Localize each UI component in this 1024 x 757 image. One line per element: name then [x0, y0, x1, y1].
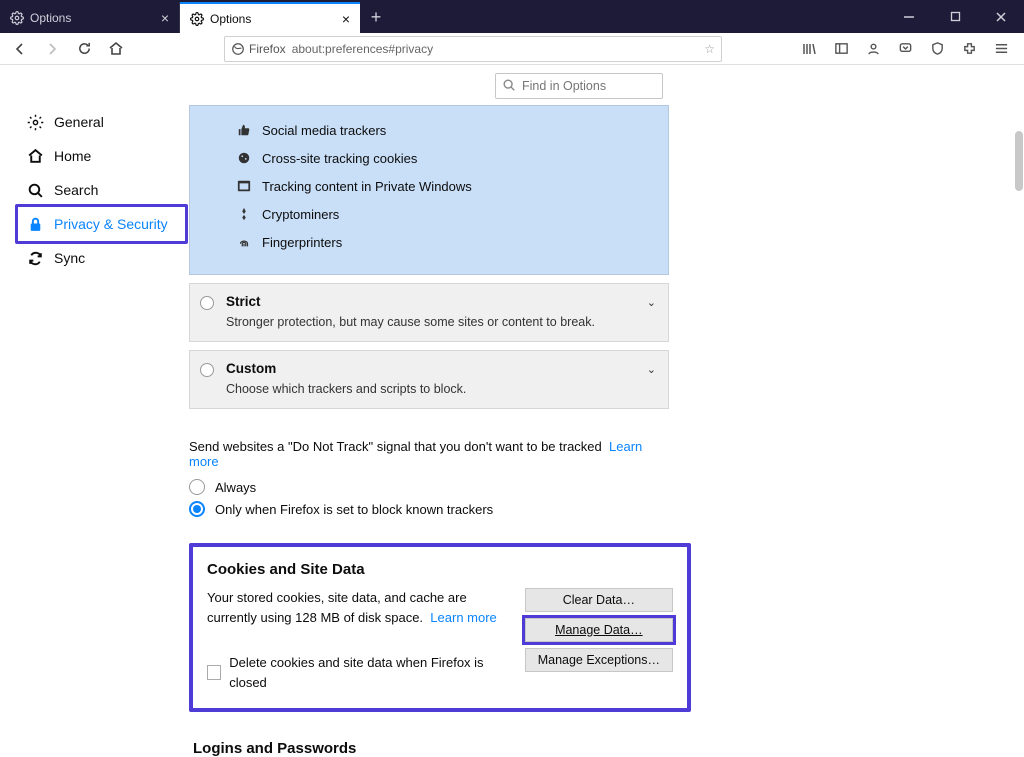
content: General Home Search Privacy & Security S…	[0, 65, 1024, 683]
sidebar-item-search[interactable]: Search	[22, 173, 185, 207]
sidebar-item-label: General	[54, 114, 104, 130]
account-icon[interactable]	[860, 35, 886, 63]
sidebar-item-privacy[interactable]: Privacy & Security	[15, 204, 188, 244]
dnt-radio-onlywhen[interactable]: Only when Firefox is set to block known …	[189, 501, 669, 517]
clear-data-button[interactable]: Clear Data…	[525, 588, 673, 612]
cookies-heading: Cookies and Site Data	[207, 561, 673, 578]
option-desc: Choose which trackers and scripts to blo…	[226, 382, 654, 396]
option-title: Custom	[226, 361, 654, 376]
sidebar-item-sync[interactable]: Sync	[22, 241, 185, 275]
sidebar-item-general[interactable]: General	[22, 105, 185, 139]
forward-button[interactable]	[38, 35, 66, 63]
titlebar: Options × Options × +	[0, 0, 1024, 33]
checkbox-label: Delete cookies and site data when Firefo…	[229, 653, 507, 692]
option-desc: Stronger protection, but may cause some …	[226, 315, 654, 329]
search-icon	[502, 78, 516, 92]
cookies-desc: Your stored cookies, site data, and cach…	[207, 590, 467, 625]
tracker-crypto: Cryptominers	[190, 200, 668, 228]
cookies-learn-more-link[interactable]: Learn more	[430, 610, 496, 625]
close-window-button[interactable]	[978, 0, 1024, 33]
firefox-icon	[231, 42, 245, 56]
bookmark-star-icon[interactable]: ☆	[704, 42, 715, 56]
manage-data-button[interactable]: Manage Data…	[525, 618, 673, 642]
url-text: about:preferences#privacy	[292, 42, 433, 56]
home-icon	[26, 147, 44, 165]
radio-strict[interactable]	[200, 296, 214, 310]
maximize-button[interactable]	[932, 0, 978, 33]
reload-button[interactable]	[70, 35, 98, 63]
radio-label: Only when Firefox is set to block known …	[215, 502, 493, 517]
pocket-icon[interactable]	[892, 35, 918, 63]
menu-icon[interactable]	[988, 35, 1014, 63]
checkbox[interactable]	[207, 665, 221, 680]
scrollbar-thumb[interactable]	[1015, 131, 1023, 191]
gear-icon	[26, 113, 44, 131]
extension-icon[interactable]	[956, 35, 982, 63]
lock-icon	[26, 215, 44, 233]
identity-label: Firefox	[249, 42, 286, 56]
search-icon	[26, 181, 44, 199]
home-button[interactable]	[102, 35, 130, 63]
sidebar-icon[interactable]	[828, 35, 854, 63]
option-title: Strict	[226, 294, 654, 309]
cookies-section: Cookies and Site Data Your stored cookie…	[189, 543, 691, 712]
close-icon[interactable]: ×	[161, 11, 169, 25]
new-tab-button[interactable]: +	[360, 2, 392, 33]
shield-icon[interactable]	[924, 35, 950, 63]
sync-icon	[26, 249, 44, 267]
tab-options-active[interactable]: Options ×	[180, 2, 360, 33]
radio-custom[interactable]	[200, 363, 214, 377]
manage-exceptions-button[interactable]: Manage Exceptions…	[525, 648, 673, 672]
radio-icon[interactable]	[189, 501, 205, 517]
delete-cookies-checkbox-row[interactable]: Delete cookies and site data when Firefo…	[207, 653, 507, 692]
nav-toolbar: Firefox about:preferences#privacy ☆	[0, 33, 1024, 65]
gear-icon	[190, 12, 204, 26]
tracker-private: Tracking content in Private Windows	[190, 172, 668, 200]
library-icon[interactable]	[796, 35, 822, 63]
dnt-section: Send websites a "Do Not Track" signal th…	[189, 439, 669, 517]
sidebar-item-label: Privacy & Security	[54, 216, 168, 232]
protection-standard-panel: Social media trackers Cross-site trackin…	[189, 105, 669, 275]
search-input[interactable]	[495, 73, 663, 99]
tab-label: Options	[30, 11, 71, 25]
close-icon[interactable]: ×	[342, 12, 350, 26]
window-icon	[236, 178, 252, 194]
cookie-icon	[236, 150, 252, 166]
minimize-button[interactable]	[886, 0, 932, 33]
dnt-radio-always[interactable]: Always	[189, 479, 669, 495]
chevron-down-icon[interactable]: ⌄	[647, 296, 656, 309]
gear-icon	[10, 11, 24, 25]
dnt-text: Send websites a "Do Not Track" signal th…	[189, 439, 602, 454]
chevron-down-icon[interactable]: ⌄	[647, 363, 656, 376]
sidebar-item-label: Home	[54, 148, 91, 164]
crypto-icon	[236, 206, 252, 222]
radio-icon[interactable]	[189, 479, 205, 495]
radio-label: Always	[215, 480, 256, 495]
identity-box[interactable]: Firefox	[231, 42, 286, 56]
logins-heading: Logins and Passwords	[193, 740, 669, 757]
tracker-cross: Cross-site tracking cookies	[190, 144, 668, 172]
back-button[interactable]	[6, 35, 34, 63]
sidebar: General Home Search Privacy & Security S…	[0, 65, 185, 683]
tracker-social: Social media trackers	[190, 116, 668, 144]
fingerprint-icon	[236, 234, 252, 250]
toolbar-right	[796, 35, 1018, 63]
sidebar-item-home[interactable]: Home	[22, 139, 185, 173]
sidebar-item-label: Sync	[54, 250, 85, 266]
tab-label: Options	[210, 12, 251, 26]
url-bar[interactable]: Firefox about:preferences#privacy ☆	[224, 36, 722, 62]
search-in-options	[495, 73, 663, 99]
protection-custom-panel[interactable]: Custom Choose which trackers and scripts…	[189, 350, 669, 409]
tracker-finger: Fingerprinters	[190, 228, 668, 256]
protection-strict-panel[interactable]: Strict Stronger protection, but may caus…	[189, 283, 669, 342]
main: Social media trackers Cross-site trackin…	[185, 65, 1024, 683]
thumbs-icon	[236, 122, 252, 138]
tab-options-inactive[interactable]: Options ×	[0, 2, 180, 33]
window-controls	[886, 0, 1024, 33]
sidebar-item-label: Search	[54, 182, 98, 198]
